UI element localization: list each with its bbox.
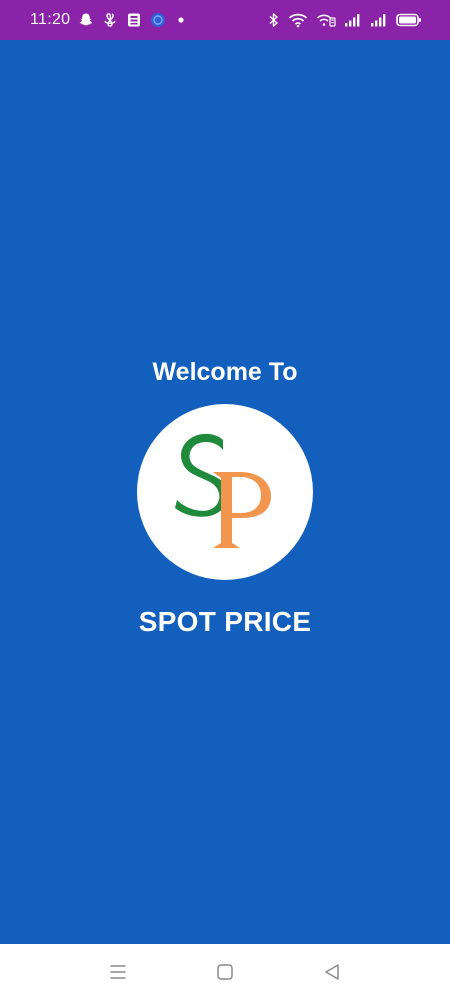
- battery-icon: [396, 13, 421, 27]
- navigation-bar: [0, 944, 450, 1000]
- snapchat-icon: [79, 13, 93, 26]
- status-left-icons: [78, 10, 188, 30]
- wifi-icon: [288, 13, 308, 28]
- app-logo: [137, 404, 313, 580]
- home-icon[interactable]: [213, 960, 237, 984]
- status-time: 11:20: [30, 11, 71, 28]
- menu-icon[interactable]: [106, 960, 130, 984]
- signal-icon: [371, 14, 386, 27]
- app-name: SPOT PRICE: [138, 606, 312, 637]
- sp-logo-icon: [175, 433, 271, 548]
- sim-card-icon: [128, 13, 140, 27]
- bluetooth-icon: [269, 13, 278, 27]
- volte-icon: [316, 14, 336, 27]
- status-bar: 11:20: [0, 0, 450, 40]
- status-right-icons: [268, 10, 422, 30]
- signal-icon: [345, 14, 360, 27]
- fan-icon: [104, 13, 116, 27]
- notification-dot-icon: [178, 17, 184, 23]
- app-badge-icon: [151, 13, 165, 27]
- splash-screen: 11:20 Welcome To SPOT PRICE: [0, 0, 450, 1000]
- welcome-text: Welcome To: [152, 358, 298, 386]
- back-icon[interactable]: [320, 960, 344, 984]
